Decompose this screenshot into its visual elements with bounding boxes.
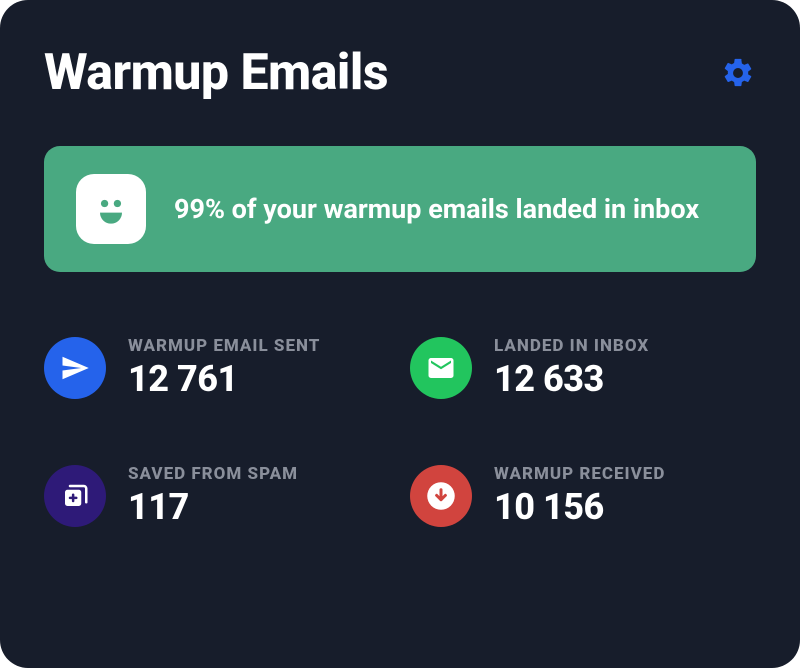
stat-received: WARMUP RECEIVED 10 156 xyxy=(410,464,756,528)
card-header: Warmup Emails xyxy=(44,44,756,102)
stat-label: WARMUP RECEIVED xyxy=(494,464,665,484)
stat-label: SAVED FROM SPAM xyxy=(128,464,298,484)
success-banner: 99% of your warmup emails landed in inbo… xyxy=(44,146,756,272)
stat-text: WARMUP RECEIVED 10 156 xyxy=(494,464,665,528)
gear-icon xyxy=(721,56,755,90)
stat-label: LANDED IN INBOX xyxy=(494,336,649,356)
stat-text: LANDED IN INBOX 12 633 xyxy=(494,336,649,400)
stat-saved: SAVED FROM SPAM 117 xyxy=(44,464,390,528)
stat-landed: LANDED IN INBOX 12 633 xyxy=(410,336,756,400)
stats-grid: WARMUP EMAIL SENT 12 761 LANDED IN INBOX… xyxy=(44,336,756,528)
stat-value: 12 761 xyxy=(128,358,320,400)
stat-text: SAVED FROM SPAM 117 xyxy=(128,464,298,528)
warmup-emails-card: Warmup Emails 99% of your warmup emails … xyxy=(0,0,800,668)
download-circle-icon xyxy=(410,465,472,527)
card-title: Warmup Emails xyxy=(44,44,388,102)
smiley-icon xyxy=(76,174,146,244)
stat-label: WARMUP EMAIL SENT xyxy=(128,336,320,356)
stat-sent: WARMUP EMAIL SENT 12 761 xyxy=(44,336,390,400)
envelope-icon xyxy=(410,337,472,399)
stat-value: 12 633 xyxy=(494,358,649,400)
stat-value: 117 xyxy=(128,486,298,528)
paper-plane-icon xyxy=(44,337,106,399)
copy-plus-icon xyxy=(44,465,106,527)
stat-value: 10 156 xyxy=(494,486,665,528)
banner-text: 99% of your warmup emails landed in inbo… xyxy=(174,191,699,227)
stat-text: WARMUP EMAIL SENT 12 761 xyxy=(128,336,320,400)
settings-button[interactable] xyxy=(720,55,756,91)
